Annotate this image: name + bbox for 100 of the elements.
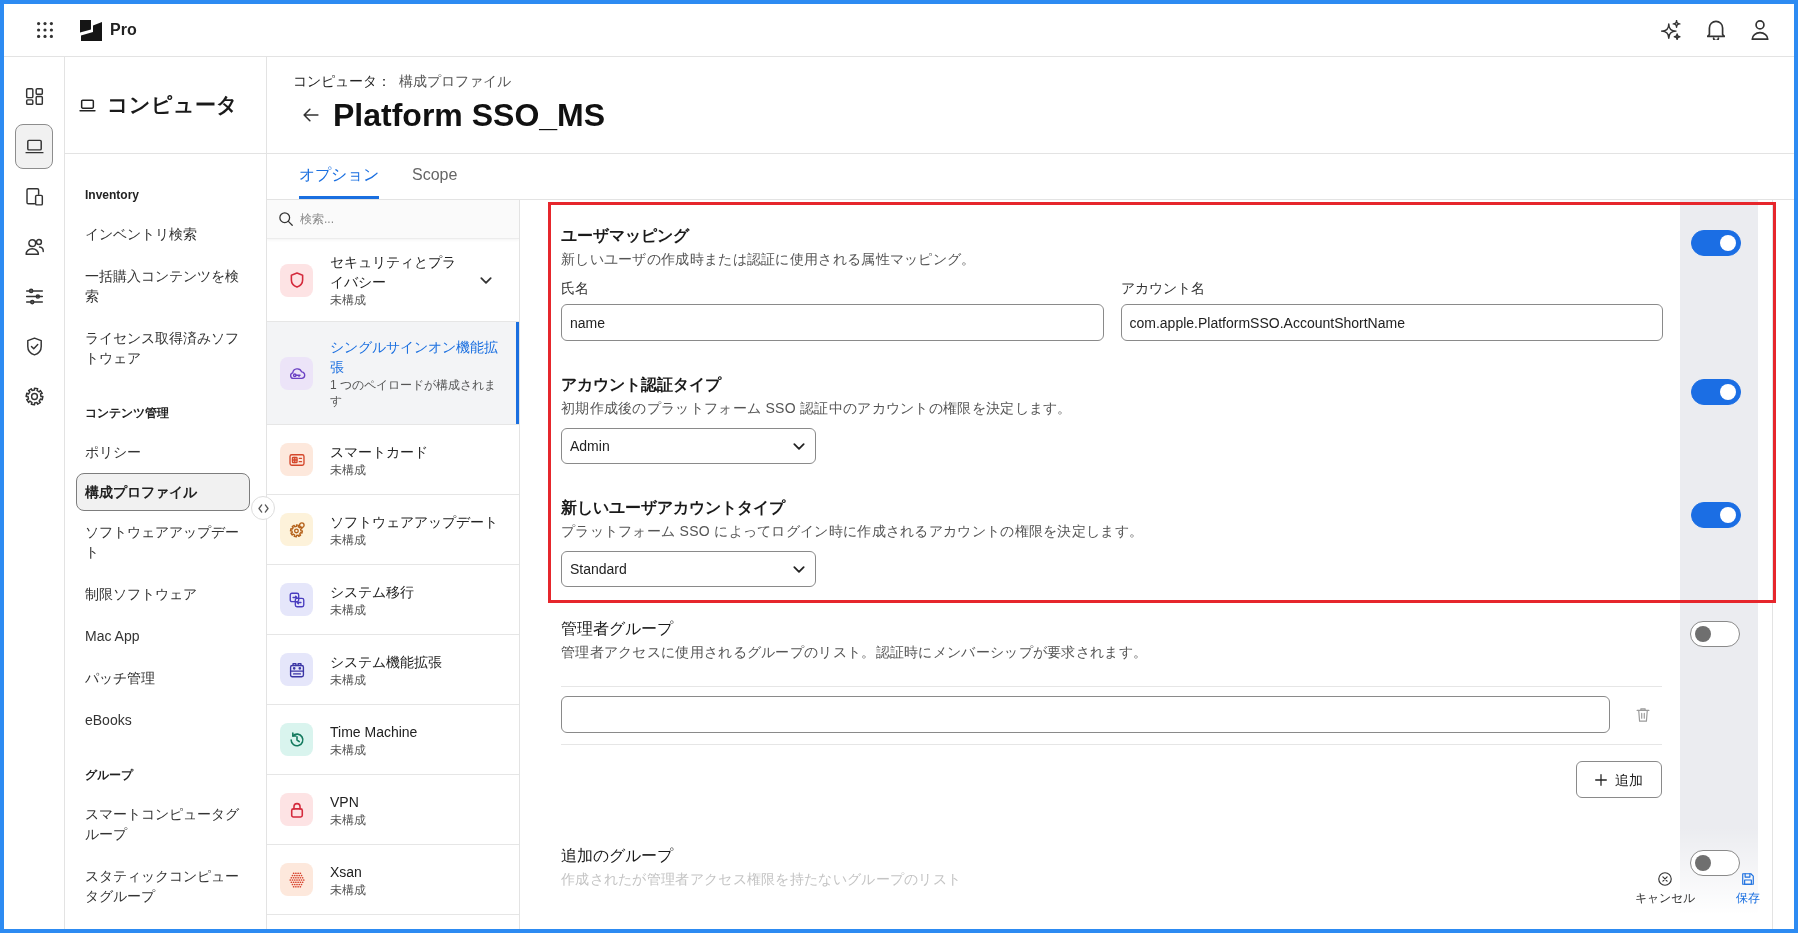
field-label: アカウント名 [1120,279,1206,298]
setting-title: 管理者グループ [561,619,675,639]
nav-item[interactable]: パッチ管理 [76,657,250,699]
payload-status: 未構成 [330,671,366,688]
payload-status: 未構成 [330,601,366,618]
rail-button[interactable] [15,124,53,169]
dropdown[interactable]: Standard [561,551,816,587]
cancel-button[interactable]: キャンセル [1633,868,1697,910]
setting-title: アカウント認証タイプ [561,375,723,395]
nav-item[interactable]: 構成プロファイル [76,473,250,511]
toggle-switch[interactable] [1691,502,1741,528]
payload-status: 1 つのペイロードが構成されます [330,377,497,409]
chevrons-icon [257,503,269,513]
setting-title: 追加のグループ [561,846,675,866]
payload-item[interactable]: スマートカード 未構成 [267,425,519,495]
plus-icon [1595,773,1607,786]
nav-item[interactable]: インベントリ検索 [76,213,250,255]
user-icon[interactable] [1751,20,1769,40]
cloud-key-icon [280,356,313,390]
payload-item[interactable]: シングルサインオン機能拡張 1 つのペイロードが構成されます [267,322,519,425]
add-button[interactable]: 追加 [1576,761,1662,798]
search-icon [279,212,293,226]
payload-item[interactable]: システム機能拡張 未構成 [267,635,519,705]
payload-item[interactable]: Time Machine 未構成 [267,705,519,775]
chevron-down-icon[interactable] [480,276,492,284]
payload-status: 未構成 [330,881,366,898]
back-arrow-icon[interactable] [303,108,319,122]
nav-item[interactable]: ソフトウェアアップデート [76,511,250,573]
payload-item[interactable]: システム移行 未構成 [267,565,519,635]
nav-item[interactable]: Mac App [76,615,250,657]
tab[interactable]: Scope [412,154,458,199]
text-field[interactable] [561,696,1610,733]
text-field[interactable]: name [561,304,1104,341]
laptop-icon [24,137,44,156]
trash-icon[interactable] [1636,707,1650,722]
sidebar-title: コンピュータ [107,92,238,118]
payload-item[interactable]: ソフトウェアアップデート 未構成 [267,495,519,565]
shield-icon [280,263,313,297]
payload-title: Time Machine [330,722,418,742]
toggle-switch[interactable] [1691,230,1741,256]
payload-item[interactable]: Xsan 未構成 [267,845,519,915]
payload-status: 未構成 [330,741,366,758]
dashboard-icon [24,87,44,106]
payload-title: スマートカード [330,442,428,462]
shield-check-icon [24,337,44,356]
nav-item[interactable]: 制限ソフトウェア [76,573,250,615]
laptop-icon [79,98,96,112]
collapse-button[interactable] [251,496,275,520]
setting-description: プラットフォーム SSO によってログイン時に作成されるアカウントの権限を決定します。 [561,522,1145,540]
payload-status: 未構成 [330,292,366,308]
breadcrumb-current: 構成プロファイル [399,72,511,91]
search-field[interactable]: 検索... [300,209,420,229]
nav-item[interactable]: ライセンス取得済みソフトウェア [76,317,250,379]
dropdown[interactable]: Admin [561,428,816,464]
payload-title: シングルサインオン機能拡張 [330,338,499,377]
field-label: 氏名 [561,279,590,298]
bell-icon[interactable] [1707,20,1725,40]
toggle-switch[interactable] [1690,850,1740,876]
text-field[interactable]: com.apple.PlatformSSO.AccountShortName [1120,304,1663,341]
cancel-icon [1658,872,1672,886]
swap-squares-icon [280,583,313,616]
chevron-down-icon [793,442,805,450]
apps-grid-icon[interactable] [37,22,53,38]
payload-status: 未構成 [330,461,366,478]
nav-item[interactable]: スマートコンピュータグループ [76,793,250,855]
save-icon [1741,872,1755,886]
payload-title: ソフトウェアアップデート [330,512,498,532]
payload-title: Xsan [330,862,362,882]
save-button[interactable]: 保存 [1728,868,1768,910]
page-title: Platform SSO_MS [333,96,606,135]
setting-description: 新しいユーザの作成時または認証に使用される属性マッピング。 [561,250,977,268]
sparkle-icon[interactable] [1661,20,1681,40]
section-heading: コンテンツ管理 [84,405,170,422]
chevron-down-icon [793,565,805,573]
setting-description: 初期作成後のプラットフォーム SSO 認証中のアカウントの権限を決定します。 [561,399,1073,417]
gear-icon [280,513,313,546]
users-icon [24,237,44,256]
setting-title: 新しいユーザアカウントタイプ [561,498,787,518]
logo-icon [80,19,102,41]
toggle-switch[interactable] [1691,379,1741,405]
lock-icon [280,793,313,826]
setting-description: 管理者アクセスに使用されるグループのリスト。認証時にメンバーシップが要求されます。 [561,643,1149,661]
payload-item[interactable]: VPN 未構成 [267,775,519,845]
payload-title: セキュリティとプライバシー [330,253,457,292]
nav-item[interactable]: スタティックコンピュータグループ [76,855,250,917]
card-icon [280,443,313,476]
nav-item[interactable]: ポリシー [76,431,250,473]
payload-title: システム機能拡張 [330,652,442,672]
toggle-switch[interactable] [1690,621,1740,647]
payload-status: 未構成 [330,531,366,548]
nav-item[interactable]: 一括購入コンテンツを検索 [76,255,250,317]
module-icon [280,653,313,686]
setting-title: ユーザマッピング [561,226,691,246]
nav-item[interactable]: eBooks [76,699,250,741]
breadcrumb-link[interactable]: コンピュータ： [293,71,391,91]
devices-icon [24,187,44,206]
payload-status: 未構成 [330,811,366,828]
section-heading: グループ [84,767,135,784]
payload-title: システム移行 [330,582,414,602]
section-heading: Inventory [84,187,140,204]
